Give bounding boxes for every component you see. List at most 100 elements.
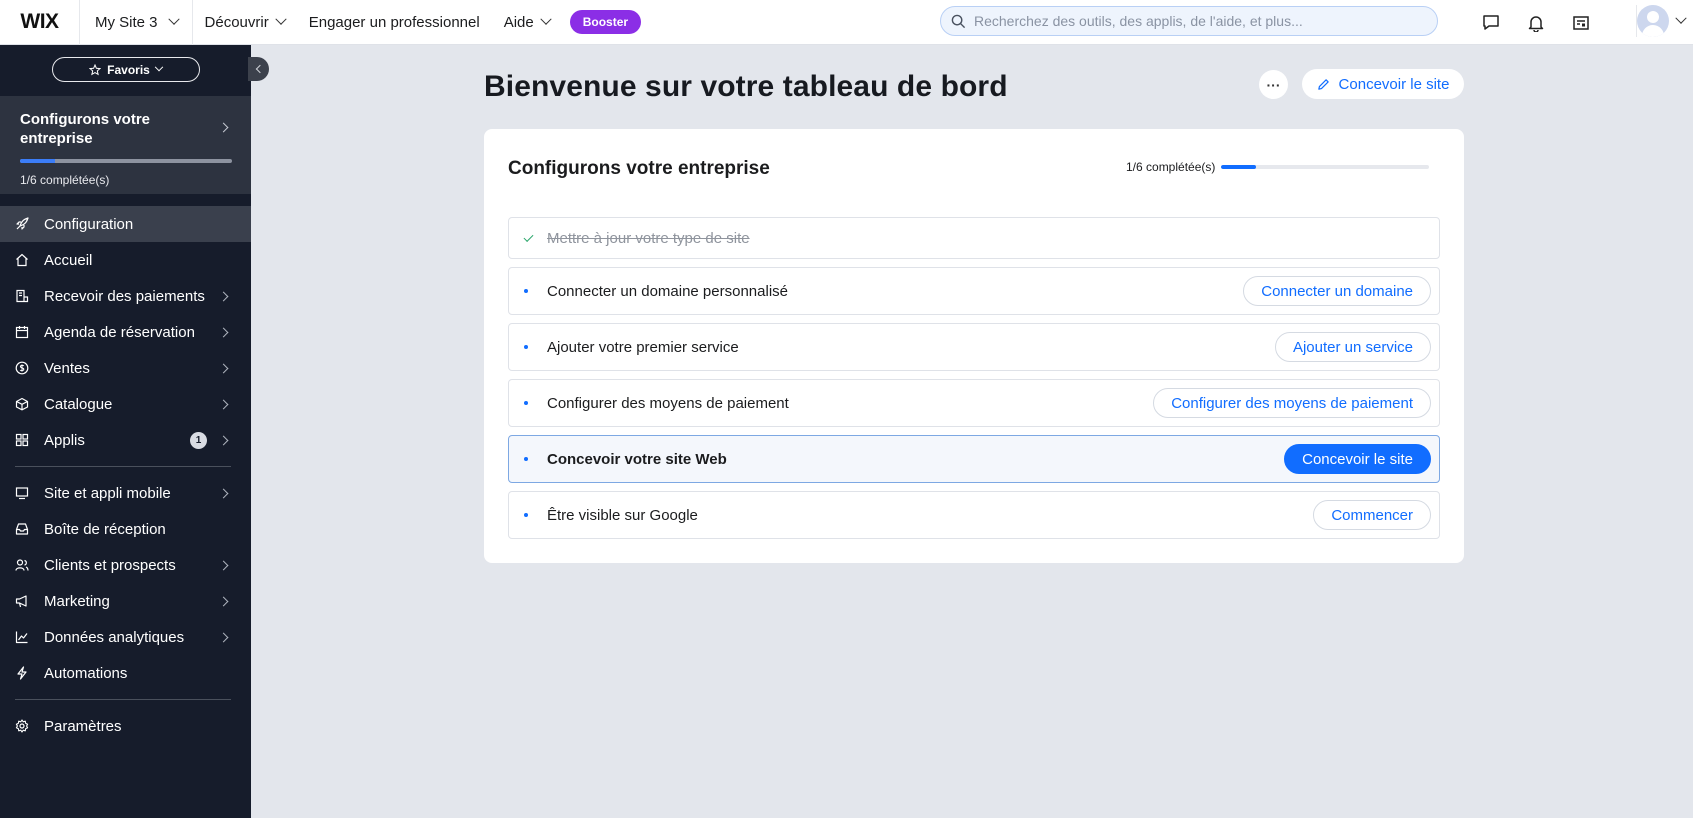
chevron-left-icon (255, 64, 264, 74)
apps-icon (15, 433, 29, 447)
design-site-top-label: Concevoir le site (1338, 75, 1450, 93)
setup-progress-bar (20, 159, 232, 163)
nav-discover-label: Découvrir (204, 13, 269, 31)
setup-checklist-card: Configurons votre entreprise 1/6 complét… (484, 129, 1464, 563)
nav-hire-label: Engager un professionnel (308, 13, 480, 31)
sidebar-item-label: Catalogue (44, 395, 113, 413)
nav-help-label: Aide (503, 13, 534, 31)
gear-icon (15, 719, 29, 733)
chevron-right-icon (218, 122, 229, 133)
site-selector[interactable]: My Site 3 (80, 0, 193, 45)
chevron-right-icon (218, 327, 229, 338)
bullet-icon (524, 345, 528, 349)
bell-icon[interactable] (1525, 12, 1547, 34)
pencil-icon (1317, 78, 1329, 90)
sidebar-item-analytics[interactable]: Données analytiques (0, 619, 251, 655)
sidebar-item-inbox[interactable]: Boîte de réception (0, 511, 251, 547)
chevron-down-icon (167, 13, 180, 25)
dollar-icon (15, 361, 29, 375)
task-label: Mettre à jour votre type de site (547, 229, 750, 247)
sidebar-item-label: Paramètres (44, 717, 122, 735)
bullet-icon (524, 289, 528, 293)
news-icon[interactable] (1570, 12, 1592, 34)
bullet-icon (524, 513, 528, 517)
chat-icon[interactable] (1480, 12, 1502, 34)
sidebar-item-catalog[interactable]: Catalogue (0, 386, 251, 422)
configure-payments-button[interactable]: Configurer des moyens de paiement (1153, 388, 1431, 418)
sidebar-item-apps[interactable]: Applis 1 (0, 422, 251, 458)
sidebar-item-payments[interactable]: Recevoir des paiements (0, 278, 251, 314)
analytics-icon (15, 630, 29, 644)
sidebar-item-sales[interactable]: Ventes (0, 350, 251, 386)
chevron-right-icon (218, 596, 229, 607)
sidebar-item-label: Site et appli mobile (44, 484, 171, 502)
add-service-button[interactable]: Ajouter un service (1274, 332, 1431, 362)
checklist-progress: 1/6 complétée(s) (1126, 160, 1430, 174)
sidebar-item-label: Boîte de réception (44, 520, 166, 538)
sidebar-item-settings[interactable]: Paramètres (0, 708, 251, 744)
wix-logo[interactable]: WIX (0, 0, 80, 45)
chevron-right-icon (218, 399, 229, 410)
task-label: Configurer des moyens de paiement (547, 394, 789, 412)
sidebar-item-site-mobile-app[interactable]: Site et appli mobile (0, 475, 251, 511)
apps-count-badge: 1 (190, 432, 207, 449)
site-name: My Site 3 (95, 13, 158, 31)
task-label: Concevoir votre site Web (547, 450, 727, 468)
chevron-down-icon (540, 13, 552, 25)
megaphone-icon (15, 594, 29, 608)
check-icon (523, 232, 534, 242)
nav-hire-professional[interactable]: Engager un professionnel (297, 0, 492, 45)
inbox-icon (15, 522, 29, 536)
setup-title: Configurons votre entreprise (20, 111, 150, 147)
rocket-icon (15, 217, 29, 231)
search-bar[interactable] (940, 6, 1438, 36)
sidebar-item-home[interactable]: Accueil (0, 242, 251, 278)
bullet-icon (524, 401, 528, 405)
avatar[interactable] (1637, 5, 1669, 37)
sidebar-item-label: Marketing (44, 592, 110, 610)
page-title: Bienvenue sur votre tableau de bord (484, 70, 1008, 103)
sidebar-item-marketing[interactable]: Marketing (0, 583, 251, 619)
bullet-icon (524, 457, 528, 461)
setup-progress-card[interactable]: Configurons votre entreprise 1/6 complét… (0, 96, 251, 194)
sidebar-item-label: Configuration (44, 215, 134, 233)
nav-discover[interactable]: Découvrir (193, 0, 297, 45)
task-update-site-type[interactable]: Mettre à jour votre type de site (508, 217, 1440, 259)
sidebar-collapse-button[interactable] (248, 57, 269, 81)
site-icon (15, 486, 29, 500)
sidebar-item-configuration[interactable]: Configuration (0, 206, 251, 242)
task-payment-methods: Configurer des moyens de paiement Config… (508, 379, 1440, 427)
sidebar-menu: Configuration Accueil Recevoir des paiem… (0, 206, 251, 744)
task-google-visibility: Être visible sur Google Commencer (508, 491, 1440, 539)
home-icon (15, 253, 29, 267)
checklist-title: Configurons votre entreprise (508, 158, 770, 179)
sidebar-item-label: Ventes (44, 359, 90, 377)
sidebar-item-automations[interactable]: Automations (0, 655, 251, 691)
chevron-right-icon (218, 560, 229, 571)
sidebar-item-label: Clients et prospects (44, 556, 176, 574)
more-actions-button[interactable]: ··· (1259, 70, 1288, 99)
payment-icon (15, 289, 29, 303)
connect-domain-button[interactable]: Connecter un domaine (1243, 276, 1431, 306)
sidebar-item-label: Applis (44, 431, 85, 449)
star-icon (89, 63, 102, 75)
chevron-right-icon (218, 291, 229, 302)
chevron-down-icon (154, 62, 164, 71)
task-label: Être visible sur Google (547, 506, 698, 524)
sidebar-item-contacts[interactable]: Clients et prospects (0, 547, 251, 583)
search-input[interactable] (974, 13, 1414, 29)
user-menu[interactable] (1636, 5, 1687, 37)
sidebar-item-booking-calendar[interactable]: Agenda de réservation (0, 314, 251, 350)
sidebar-item-label: Automations (44, 664, 128, 682)
favorites-label: Favoris (107, 62, 150, 77)
chevron-right-icon (218, 632, 229, 643)
design-site-button[interactable]: Concevoir le site (1284, 444, 1431, 474)
nav-help[interactable]: Aide (492, 0, 562, 45)
more-icon: ··· (1266, 76, 1281, 93)
favorites-button[interactable]: Favoris (51, 57, 200, 82)
booster-button[interactable]: Booster (569, 10, 642, 34)
start-button[interactable]: Commencer (1313, 500, 1431, 530)
chevron-down-icon (275, 13, 287, 25)
chevron-down-icon (1675, 12, 1687, 24)
design-site-top-button[interactable]: Concevoir le site (1302, 69, 1464, 99)
